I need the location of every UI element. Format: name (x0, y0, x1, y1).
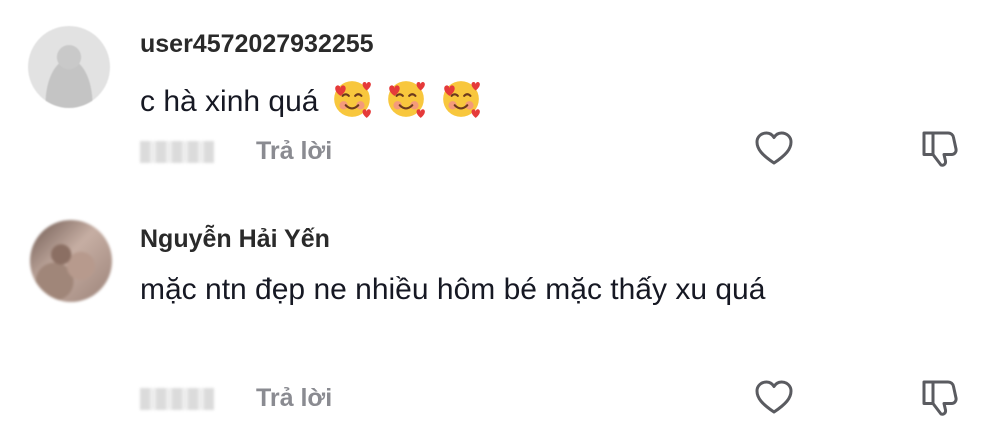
heart-icon[interactable] (752, 127, 796, 171)
avatar[interactable] (28, 26, 110, 108)
reply-button[interactable]: Trả lời (256, 137, 332, 166)
emoji-icon (436, 81, 482, 118)
emoji-icon (327, 81, 381, 118)
reply-button[interactable]: Trả lời (256, 384, 332, 413)
avatar[interactable] (30, 220, 112, 302)
comment-date-blurred (140, 388, 214, 410)
emoji-icon (381, 81, 435, 118)
heart-icon[interactable] (752, 376, 796, 420)
thumbs-down-icon[interactable] (918, 127, 962, 171)
comment-date-blurred (140, 141, 214, 163)
comment-text: mặc ntn đẹp ne nhiều hôm bé mặc thấy xu … (140, 273, 766, 306)
thumbs-down-icon[interactable] (918, 376, 962, 420)
comment-item: user4572027932255 c hà xinh quá Trả lời (0, 0, 1000, 195)
comment-username[interactable]: user4572027932255 (140, 30, 374, 59)
comment-item: Nguyễn Hải Yến mặc ntn đẹp ne nhiều hôm … (0, 208, 1000, 430)
comment-text: c hà xinh quá (140, 78, 880, 124)
comment-text-content: c hà xinh quá (140, 85, 319, 118)
comment-username[interactable]: Nguyễn Hải Yến (140, 225, 330, 254)
